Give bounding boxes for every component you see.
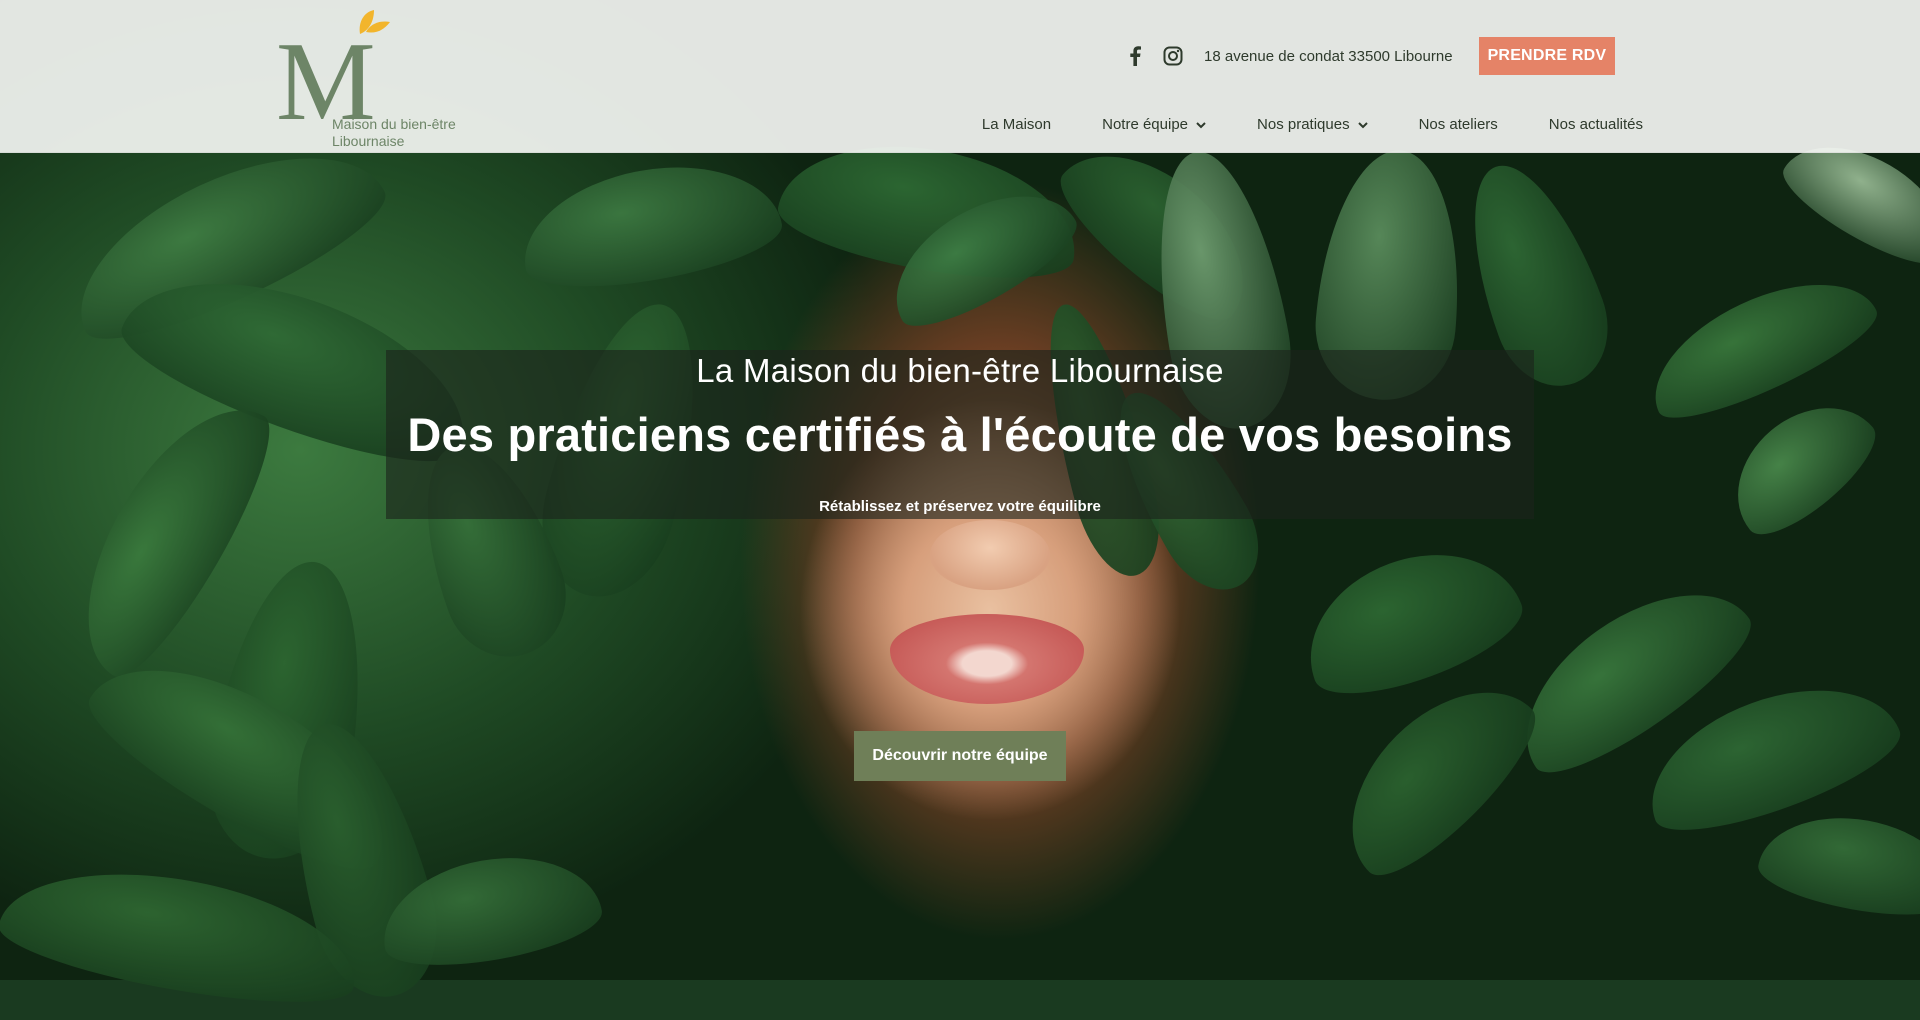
nav-item-notre-equipe[interactable]: Notre équipe	[1102, 116, 1206, 133]
nav-item-label: Nos actualités	[1548, 116, 1643, 133]
nav-item-nos-actualites[interactable]: Nos actualités	[1549, 116, 1643, 133]
chevron-down-icon	[1357, 121, 1368, 128]
logo-name-line1: Maison du bien-être	[332, 116, 456, 132]
chevron-down-icon	[1196, 121, 1206, 128]
leaf-shape	[512, 148, 788, 302]
contact-bar: 18 avenue de condat 33500 Libourne PREND…	[1116, 37, 1616, 75]
nav-item-label: Notre équipe	[1102, 116, 1189, 133]
leaf-shape	[1632, 253, 1888, 437]
hero-title: Des praticiens certifiés à l'écoute de v…	[407, 408, 1513, 461]
nav-item-label: La Maison	[981, 116, 1052, 133]
discover-team-button[interactable]: Découvrir notre équipe	[854, 731, 1066, 781]
nav-item-nos-ateliers[interactable]: Nos ateliers	[1419, 116, 1498, 133]
hero-tagline: Rétablissez et préservez votre équilibre	[819, 498, 1101, 515]
hero-banner: La Maison du bien-être Libournaise Des p…	[386, 350, 1534, 519]
nav-item-la-maison[interactable]: La Maison	[982, 116, 1051, 133]
address-text: 18 avenue de condat 33500 Libourne	[1204, 47, 1453, 65]
nav-item-label: Nos pratiques	[1257, 116, 1350, 133]
hero-photo-face	[930, 520, 1050, 590]
hero-subtitle: La Maison du bien-être Libournaise	[696, 352, 1224, 389]
logo-name: Maison du bien-être Libournaise	[332, 116, 456, 150]
logo-name-line2: Libournaise	[332, 133, 405, 149]
nav-item-nos-pratiques[interactable]: Nos pratiques	[1257, 116, 1368, 133]
leaf-shape	[1286, 525, 1534, 715]
site-header: M Maison du bien-être Libournaise 18 ave…	[0, 0, 1920, 153]
book-appointment-button[interactable]: PRENDRE RDV	[1478, 37, 1616, 75]
logo[interactable]: M Maison du bien-être Libournaise	[276, 8, 476, 150]
leaf-shape	[1753, 803, 1920, 927]
nav-item-label: Nos ateliers	[1418, 116, 1498, 133]
main-nav: La Maison Notre équipe Nos pratiques Nos…	[931, 116, 1643, 133]
leaf-shape	[1709, 379, 1891, 551]
hero-photo-lips	[890, 614, 1084, 704]
facebook-icon[interactable]	[1116, 38, 1154, 74]
instagram-icon[interactable]	[1154, 38, 1192, 74]
